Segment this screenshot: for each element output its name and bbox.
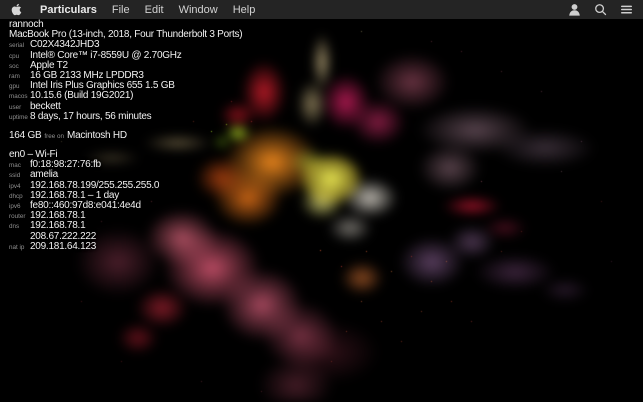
row-label: ram bbox=[9, 72, 30, 82]
row-label: uptime bbox=[9, 113, 30, 123]
row-label: ssid bbox=[9, 171, 30, 181]
menu-file[interactable]: File bbox=[112, 4, 130, 16]
info-row-macos: macos 10.15.6 (Build 19G2021) bbox=[9, 91, 242, 101]
row-label: ipv6 bbox=[9, 202, 30, 212]
apple-icon bbox=[11, 3, 22, 16]
row-label: mac bbox=[9, 161, 30, 171]
search-icon[interactable] bbox=[594, 3, 607, 16]
row-label: dns bbox=[9, 222, 30, 232]
disk-volume: Macintosh HD bbox=[67, 131, 127, 141]
row-label: gpu bbox=[9, 82, 30, 92]
row-label: dhcp bbox=[9, 192, 30, 202]
app-menu-title[interactable]: Particulars bbox=[40, 4, 97, 16]
row-value: 209.181.64.123 bbox=[30, 242, 96, 252]
info-row-natip: nat ip 209.181.64.123 bbox=[9, 242, 242, 252]
menu-bar-left: Particulars File Edit Window Help bbox=[8, 3, 255, 16]
disk-free-line: 164 GB free on Macintosh HD bbox=[9, 131, 242, 141]
apple-menu[interactable] bbox=[8, 3, 25, 16]
menu-help[interactable]: Help bbox=[233, 4, 256, 16]
disk-connector: free on bbox=[44, 132, 64, 142]
row-value: 8 days, 17 hours, 56 minutes bbox=[30, 112, 151, 122]
row-label: nat ip bbox=[9, 243, 30, 253]
particulars-overlay: rannoch MacBook Pro (13-inch, 2018, Four… bbox=[9, 20, 242, 252]
notification-center-icon[interactable] bbox=[620, 3, 633, 16]
menu-bar: Particulars File Edit Window Help bbox=[0, 0, 643, 19]
menu-window[interactable]: Window bbox=[179, 4, 218, 16]
menu-edit[interactable]: Edit bbox=[145, 4, 164, 16]
row-value: 10.15.6 (Build 19G2021) bbox=[30, 91, 133, 101]
row-label: cpu bbox=[9, 52, 30, 62]
row-label: soc bbox=[9, 62, 30, 72]
row-label: macos bbox=[9, 92, 30, 102]
row-label: serial bbox=[9, 41, 30, 51]
disk-amount: 164 GB bbox=[9, 131, 41, 141]
row-label: user bbox=[9, 103, 30, 113]
menu-bar-status-items bbox=[568, 3, 635, 16]
row-label: router bbox=[9, 212, 30, 222]
row-label: ipv4 bbox=[9, 182, 30, 192]
user-icon[interactable] bbox=[568, 3, 581, 16]
info-row-uptime: uptime 8 days, 17 hours, 56 minutes bbox=[9, 112, 242, 122]
